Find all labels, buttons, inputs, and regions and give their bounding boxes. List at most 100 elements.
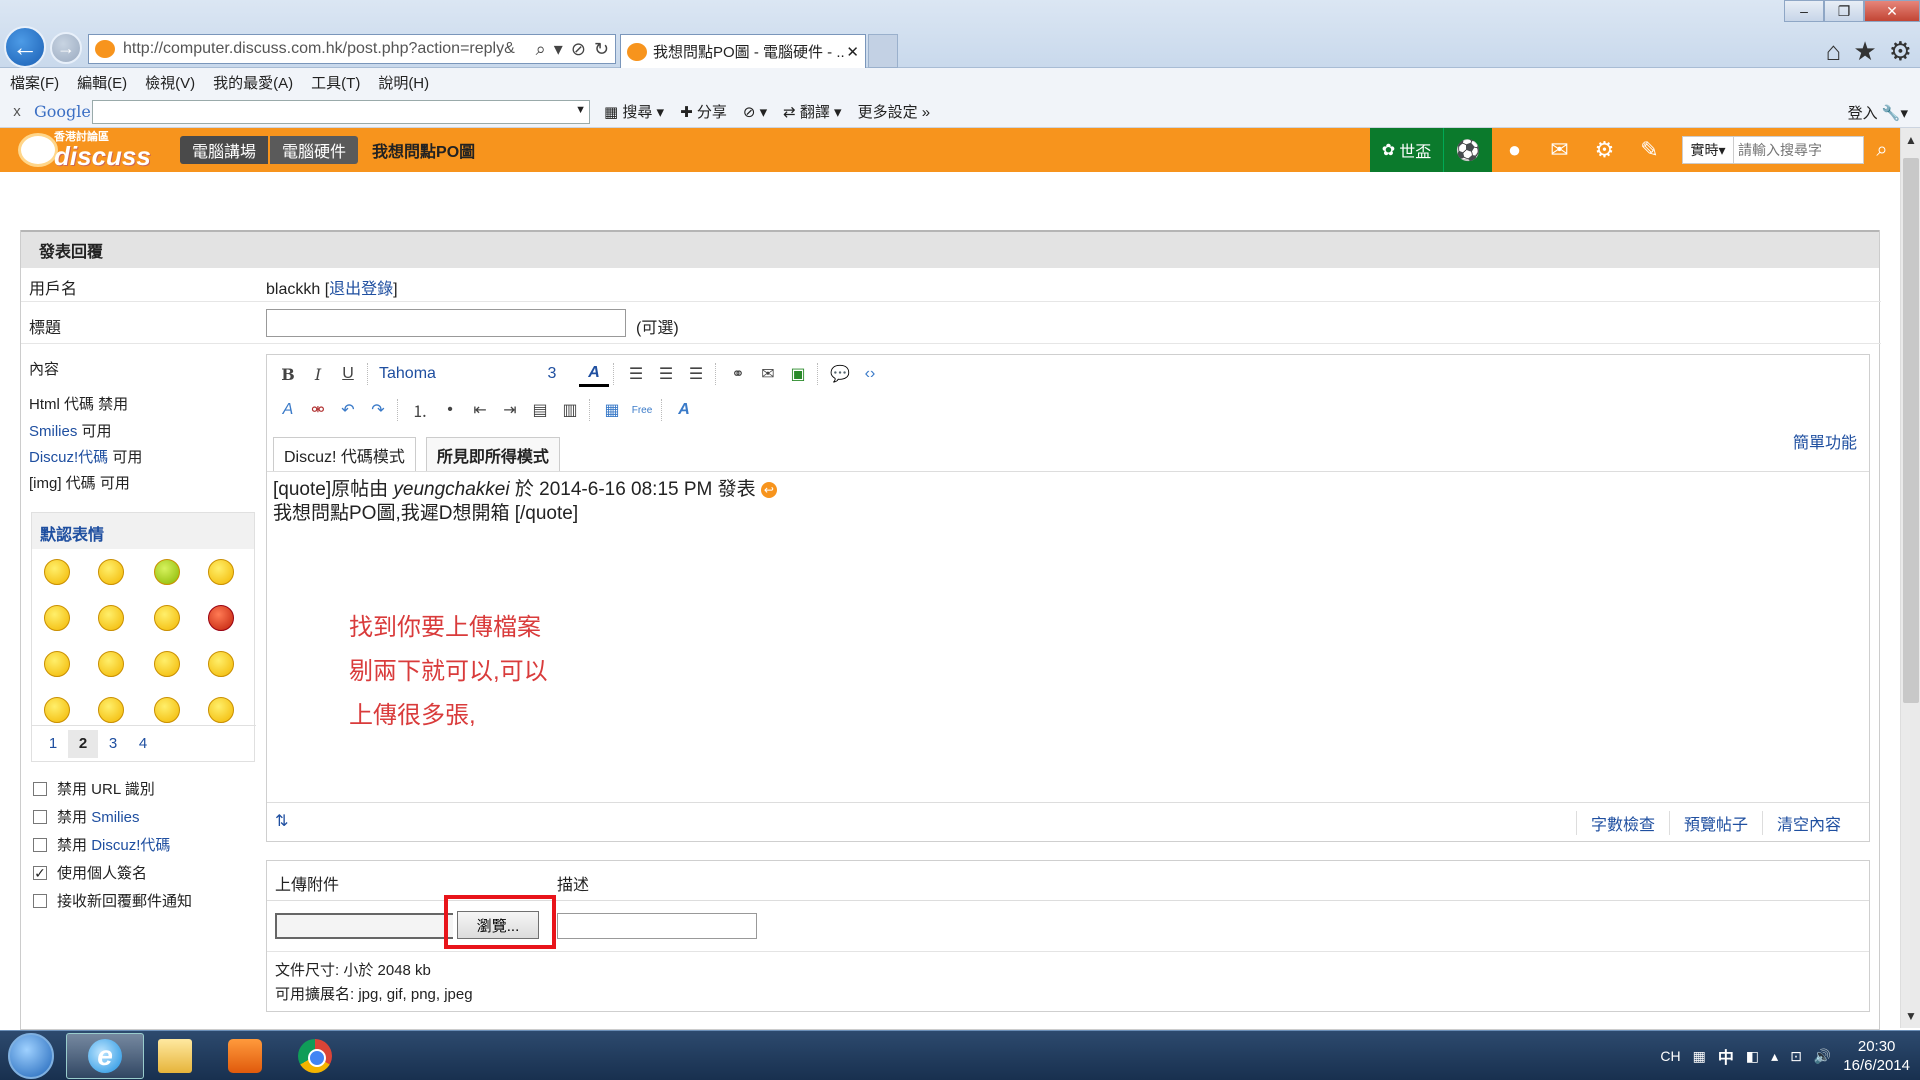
underline-icon[interactable]: U <box>333 361 363 387</box>
option-disable-url[interactable]: 禁用 URL 識別 <box>33 778 155 799</box>
search-icon[interactable]: ⌕ <box>1864 128 1900 172</box>
taskbar-explorer[interactable] <box>136 1033 214 1079</box>
tab-close-icon[interactable]: ✕ <box>846 43 859 61</box>
breadcrumb-board[interactable]: 電腦硬件 <box>270 136 359 164</box>
smiley-page-1[interactable]: 1 <box>38 735 68 752</box>
close-window-button[interactable]: ✕ <box>1864 0 1920 22</box>
smiley-icon[interactable] <box>44 697 70 723</box>
start-button[interactable] <box>8 1033 54 1079</box>
smiley-icon[interactable] <box>208 651 234 677</box>
search-icon[interactable]: ⌕ <box>536 39 546 60</box>
google-more-settings[interactable]: 更多設定 » <box>858 101 931 122</box>
smiley-icon[interactable] <box>98 605 124 631</box>
settings-gear-icon[interactable]: ⚙ <box>1889 36 1912 67</box>
remove-format-icon[interactable]: A <box>273 397 303 423</box>
smiley-icon[interactable] <box>44 605 70 631</box>
smiley-icon[interactable] <box>98 697 124 723</box>
align-right-icon[interactable]: ☰ <box>681 361 711 387</box>
reply-arrow-icon[interactable]: ↩ <box>760 481 777 498</box>
resize-editor-icon[interactable]: ⇅ <box>275 811 288 831</box>
refresh-icon[interactable]: ↻ <box>594 39 609 60</box>
smiley-icon[interactable] <box>154 697 180 723</box>
ime-mode[interactable]: 中 <box>1718 1044 1734 1068</box>
address-bar[interactable]: http://computer.discuss.com.hk/post.php?… <box>88 34 616 64</box>
page-scrollbar[interactable]: ▲ ▼ <box>1900 128 1920 1028</box>
logout-link[interactable]: 退出登錄 <box>329 281 393 298</box>
smilies-option-link[interactable]: Smilies <box>91 809 139 826</box>
ordered-list-icon[interactable]: ⒈ <box>405 397 435 423</box>
simple-mode-link[interactable]: 簡單功能 <box>1793 429 1857 453</box>
smiley-icon[interactable] <box>208 697 234 723</box>
menu-view[interactable]: 檢視(V) <box>145 72 195 93</box>
site-search-input[interactable] <box>1734 136 1864 164</box>
undo-icon[interactable]: ↶ <box>333 397 363 423</box>
search-type-select[interactable]: 實時 ▾ <box>1682 136 1734 164</box>
indent-icon[interactable]: ⇥ <box>495 397 525 423</box>
back-button[interactable]: ← <box>4 26 46 68</box>
file-path-field[interactable] <box>275 913 453 939</box>
bold-icon[interactable]: B <box>273 361 303 387</box>
taskbar-chrome[interactable] <box>276 1033 354 1079</box>
insert-email-icon[interactable]: ✉ <box>753 361 783 387</box>
quote-icon[interactable]: 💬 <box>825 361 855 387</box>
volume-icon[interactable]: 🔊 <box>1814 1048 1831 1065</box>
menu-edit[interactable]: 編輯(E) <box>77 72 127 93</box>
google-search-button[interactable]: ▦ 搜尋 ▾ <box>604 101 664 122</box>
option-email-notify[interactable]: 接收新回覆郵件通知 <box>33 890 192 911</box>
menu-tools[interactable]: 工具(T) <box>311 72 360 93</box>
clock[interactable]: 20:30 16/6/2014 <box>1843 1037 1910 1075</box>
clear-content-link[interactable]: 清空內容 <box>1761 811 1855 835</box>
home-icon[interactable]: ⌂ <box>1826 36 1842 67</box>
breadcrumb-forum[interactable]: 電腦講場 <box>180 136 269 164</box>
scroll-up-icon[interactable]: ▲ <box>1901 130 1920 150</box>
minimize-button[interactable]: – <box>1784 0 1824 22</box>
redo-icon[interactable]: ↷ <box>363 397 393 423</box>
title-input[interactable] <box>266 309 626 337</box>
smiley-page-4[interactable]: 4 <box>128 735 158 752</box>
discuz-option-link[interactable]: Discuz!代碼 <box>91 837 170 854</box>
smiley-icon[interactable] <box>208 559 234 585</box>
smiley-icon[interactable] <box>154 559 180 585</box>
table-icon[interactable]: ▦ <box>597 397 627 423</box>
taskbar-ie[interactable]: e <box>66 1033 144 1079</box>
ime-icon[interactable]: ▦ <box>1693 1048 1706 1065</box>
smiley-icon[interactable] <box>44 651 70 677</box>
checkbox[interactable] <box>33 893 47 908</box>
google-search-input[interactable] <box>92 99 590 124</box>
google-translate-button[interactable]: ⇄ 翻譯 ▾ <box>783 101 841 122</box>
discuz-code-link[interactable]: Discuz!代碼 <box>29 449 108 466</box>
attachment-description-input[interactable] <box>557 913 757 939</box>
free-tag-icon[interactable]: Free <box>627 397 657 423</box>
browser-tab[interactable]: 我想問點PO圖 - 電腦硬件 - ... ✕ <box>620 34 866 68</box>
forward-button[interactable]: → <box>50 32 82 64</box>
font-select[interactable]: Tahoma <box>375 361 525 387</box>
align-center-icon[interactable]: ☰ <box>651 361 681 387</box>
unordered-list-icon[interactable]: • <box>435 397 465 423</box>
smiley-page-2[interactable]: 2 <box>68 729 98 758</box>
size-select[interactable]: 3 <box>525 361 579 387</box>
tab-discuz-code-mode[interactable]: Discuz! 代碼模式 <box>273 437 416 471</box>
smiley-icon[interactable] <box>154 651 180 677</box>
google-signin[interactable]: 登入 🔧▾ <box>1848 102 1908 123</box>
smiley-icon[interactable] <box>154 605 180 631</box>
option-disable-discuz[interactable]: 禁用 Discuz!代碼 <box>33 834 170 855</box>
menu-favorites[interactable]: 我的最愛(A) <box>213 72 293 93</box>
user-profile-icon[interactable]: ● <box>1492 128 1537 172</box>
checkbox[interactable] <box>33 809 47 824</box>
scroll-thumb[interactable] <box>1903 158 1919 703</box>
editor-content-area[interactable]: [quote]原帖由 yeungchakkei 於 2014-6-16 08:1… <box>267 471 1869 803</box>
menu-help[interactable]: 說明(H) <box>378 72 429 93</box>
settings-icon[interactable]: ⚙ <box>1582 128 1627 172</box>
new-tab-button[interactable] <box>868 34 898 68</box>
link-icon[interactable]: ✎ <box>1627 128 1672 172</box>
checkbox-checked[interactable]: ✓ <box>33 865 47 880</box>
outdent-icon[interactable]: ⇤ <box>465 397 495 423</box>
option-disable-smilies[interactable]: 禁用 Smilies <box>33 806 140 827</box>
ime-settings-icon[interactable]: ◧ <box>1746 1048 1759 1065</box>
option-use-signature[interactable]: ✓ 使用個人簽名 <box>33 862 147 883</box>
insert-image-icon[interactable]: ▣ <box>783 361 813 387</box>
smiley-icon[interactable] <box>208 605 234 631</box>
smiley-icon[interactable] <box>98 559 124 585</box>
mail-icon[interactable]: ✉ <box>1537 128 1582 172</box>
site-logo[interactable]: 香港討論區 discuss <box>18 130 156 170</box>
